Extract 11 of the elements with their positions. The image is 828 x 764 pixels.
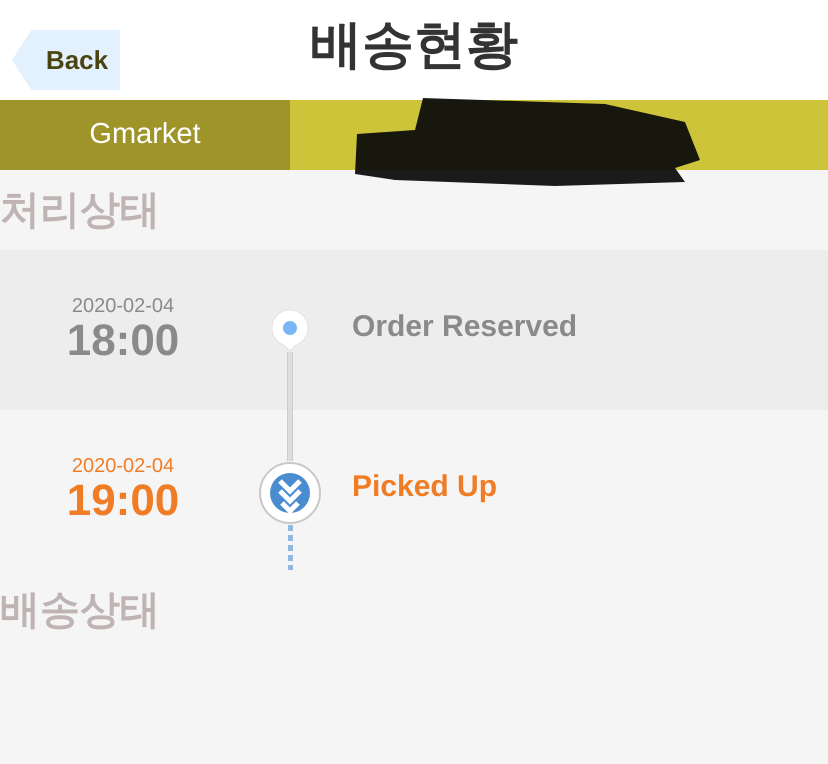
back-button[interactable]: Back (12, 30, 120, 90)
section-title: 배송상태 (0, 590, 160, 630)
event-time: 19:00 (66, 476, 180, 526)
section-title: 처리상태 (0, 190, 160, 230)
event-time: 18:00 (66, 316, 180, 366)
event-status: Picked Up (352, 468, 498, 504)
event-status: Order Reserved (352, 308, 578, 344)
event-date: 2020-02-04 (72, 294, 174, 317)
carrier-name: Gmarket (0, 100, 290, 170)
page-title: 배송현황 (310, 15, 518, 76)
event-date: 2020-02-04 (72, 454, 174, 477)
